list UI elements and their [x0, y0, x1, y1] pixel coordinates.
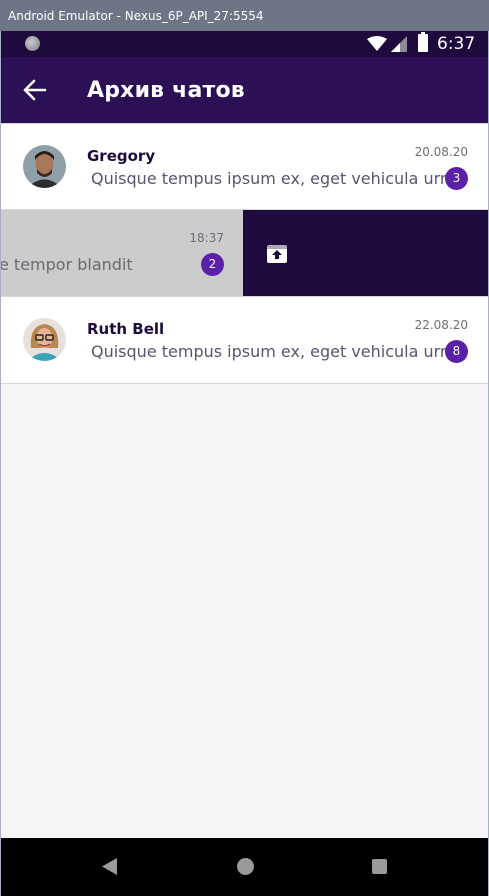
avatar — [23, 318, 66, 361]
unread-badge: 8 — [445, 340, 468, 363]
chat-preview: Quisque tempus ipsum ex, eget vehicula u… — [91, 342, 460, 361]
arrow-left-icon[interactable] — [23, 79, 47, 101]
nav-home-icon[interactable] — [237, 858, 254, 875]
chat-preview: Quisque tempus ipsum ex, eget vehicula u… — [91, 169, 460, 188]
chat-preview: e tempor blandit — [1, 255, 133, 274]
chat-date: 20.08.20 — [414, 145, 468, 159]
swiped-chat-content[interactable]: e tempor blandit 18:37 2 — [1, 210, 243, 296]
chat-name: Ruth Bell — [87, 320, 165, 338]
chat-list: Gregory Quisque tempus ipsum ex, eget ve… — [1, 123, 488, 384]
page-title: Архив чатов — [87, 78, 245, 103]
nav-recent-icon[interactable] — [372, 859, 387, 874]
chat-item-swiped[interactable]: e tempor blandit 18:37 2 — [1, 210, 488, 297]
chat-date: 18:37 — [189, 231, 224, 245]
unarchive-action[interactable] — [243, 210, 488, 296]
status-bar: 6:37 — [1, 31, 488, 57]
chat-date: 22.08.20 — [414, 318, 468, 332]
chat-name: Gregory — [87, 147, 156, 165]
unread-badge: 3 — [445, 167, 468, 190]
signal-icon — [391, 36, 407, 52]
avatar — [23, 145, 66, 188]
chat-item-gregory[interactable]: Gregory Quisque tempus ipsum ex, eget ve… — [1, 123, 488, 210]
emulator-window-title: Android Emulator - Nexus_6P_API_27:5554 — [0, 0, 489, 31]
device-screen: 6:37 Архив чатов Gregory Quisque tempus … — [0, 31, 489, 896]
chat-item-ruth-bell[interactable]: Ruth Bell Quisque tempus ipsum ex, eget … — [1, 297, 488, 384]
unarchive-icon[interactable] — [265, 241, 289, 265]
notification-dot-icon — [25, 36, 40, 51]
unread-badge: 2 — [201, 253, 224, 276]
status-time: 6:37 — [437, 34, 476, 54]
nav-back-icon[interactable] — [102, 858, 118, 875]
navigation-bar — [1, 838, 488, 896]
wifi-icon — [367, 36, 387, 51]
app-bar: Архив чатов — [1, 57, 488, 123]
battery-icon — [418, 32, 428, 52]
